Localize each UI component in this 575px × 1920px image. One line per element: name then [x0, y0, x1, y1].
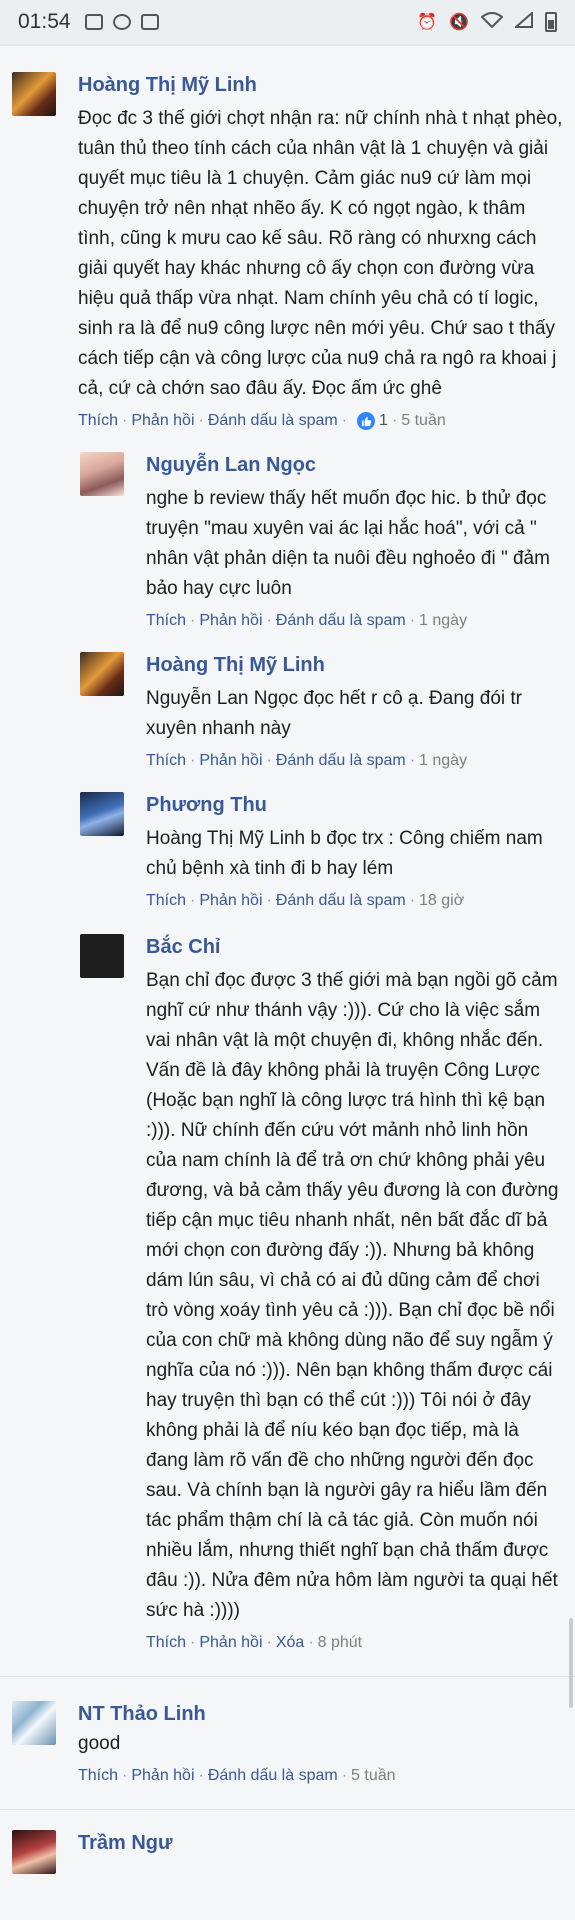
reply-comment: Phương Thu Hoàng Thị Mỹ Linh b đọc trx :… — [0, 770, 575, 910]
reply-link[interactable]: Phản hồi — [131, 1767, 194, 1785]
alarm-icon: ⏰ — [417, 14, 438, 31]
comment: NT Thảo Linh good Thích · Phản hồi · Đánh … — [0, 1677, 575, 1785]
comment-author[interactable]: Trầm Ngư — [78, 1830, 563, 1856]
comment-time: 5 tuần — [401, 412, 446, 429]
scrollbar-thumb[interactable] — [569, 1618, 573, 1708]
reply-link[interactable]: Phản hồi — [199, 892, 262, 910]
comment-author[interactable]: Bắc Chỉ — [146, 934, 563, 960]
reply-comment: Bắc Chỉ Bạn chỉ đọc được 3 thế giới mà b… — [0, 910, 575, 1652]
mute-icon: 🔇 — [449, 14, 469, 31]
comment-text: Nguyễn Lan Ngọc đọc hết r cô ạ. Đang đói… — [146, 688, 523, 739]
status-bar: 01:54 ⏰ 🔇 — [0, 0, 575, 44]
comment-time: 1 ngày — [419, 612, 468, 629]
reply-comment: Nguyễn Lan Ngọc nghe b review thấy hết m… — [0, 430, 575, 630]
status-time: 01:54 — [18, 10, 71, 33]
comment: Hoàng Thị Mỹ Linh Đọc đc 3 thế giới chợt… — [0, 46, 575, 430]
reply-link[interactable]: Phản hồi — [199, 612, 262, 630]
comment-time: 18 giờ — [419, 892, 465, 909]
like-link[interactable]: Thích — [78, 412, 118, 430]
comment-actions: Thích · Phản hồi · Đánh dấu là spam · 18 gi… — [146, 892, 465, 910]
dnd-icon — [112, 14, 131, 30]
comment-author[interactable]: Hoàng Thị Mỹ Linh — [146, 652, 563, 678]
avatar[interactable] — [80, 652, 124, 696]
battery-icon — [545, 12, 557, 32]
avatar[interactable] — [80, 792, 124, 836]
avatar[interactable] — [12, 1830, 56, 1874]
reply-link[interactable]: Phản hồi — [131, 412, 194, 430]
comment-author[interactable]: Hoàng Thị Mỹ Linh — [78, 72, 563, 98]
comment-text: Đọc đc 3 thế giới chợt nhận ra: nữ chính… — [78, 108, 563, 399]
comment-author[interactable]: Phương Thu — [146, 792, 563, 818]
like-link[interactable]: Thích — [146, 752, 186, 770]
checkbox-icon — [140, 14, 159, 30]
reply-comment: Hoàng Thị Mỹ Linh Nguyễn Lan Ngọc đọc hế… — [0, 630, 575, 770]
spam-link[interactable]: Đánh dấu là spam — [208, 412, 338, 430]
like-link[interactable]: Thích — [146, 1634, 186, 1652]
spam-link[interactable]: Đánh dấu là spam — [276, 612, 406, 630]
comment: Trầm Ngư — [0, 1810, 575, 1874]
like-link[interactable]: Thích — [146, 892, 186, 910]
comment-time: 5 tuần — [351, 1767, 396, 1784]
spam-link[interactable]: Đánh dấu là spam — [276, 752, 406, 770]
spam-link[interactable]: Đánh dấu là spam — [276, 892, 406, 910]
comment-actions: Thích · Phản hồi · Xóa · 8 phút — [146, 1634, 363, 1652]
signal-icon — [513, 10, 533, 33]
avatar[interactable] — [12, 1701, 56, 1745]
comment-text: Hoàng Thị Mỹ Linh b đọc trx : Công chiếm… — [146, 828, 543, 879]
wifi-icon — [480, 11, 504, 33]
comment-actions: Thích · Phản hồi · Đánh dấu là spam · 5 tuầ… — [78, 1767, 396, 1785]
comment-author[interactable]: Nguyễn Lan Ngọc — [146, 452, 563, 478]
comment-actions: Thích · Phản hồi · Đánh dấu là spam · 1 ngà… — [146, 612, 468, 630]
image-icon — [84, 14, 103, 30]
comment-actions: Thích · Phản hồi · Đánh dấu là spam · 1 ngà… — [146, 752, 468, 770]
delete-link[interactable]: Xóa — [276, 1634, 304, 1652]
comment-author[interactable]: NT Thảo Linh — [78, 1701, 563, 1727]
spam-link[interactable]: Đánh dấu là spam — [208, 1767, 338, 1785]
avatar[interactable] — [80, 452, 124, 496]
like-link[interactable]: Thích — [78, 1767, 118, 1785]
avatar[interactable] — [80, 934, 124, 978]
avatar[interactable] — [12, 72, 56, 116]
comment-text: nghe b review thấy hết muốn đọc hic. b t… — [146, 488, 550, 599]
comment-text: Bạn chỉ đọc được 3 thế giới mà bạn ngồi … — [146, 970, 559, 1621]
reaction-count[interactable]: 1 — [379, 412, 388, 430]
reply-link[interactable]: Phản hồi — [199, 1634, 262, 1652]
comment-text: good — [78, 1733, 121, 1754]
comment-time: 8 phút — [317, 1634, 363, 1651]
comment-time: 1 ngày — [419, 752, 468, 769]
comment-actions: Thích · Phản hồi · Đánh dấu là spam · 1 · 5 … — [78, 412, 446, 430]
reply-link[interactable]: Phản hồi — [199, 752, 262, 770]
like-badge-icon[interactable] — [357, 412, 376, 430]
like-link[interactable]: Thích — [146, 612, 186, 630]
